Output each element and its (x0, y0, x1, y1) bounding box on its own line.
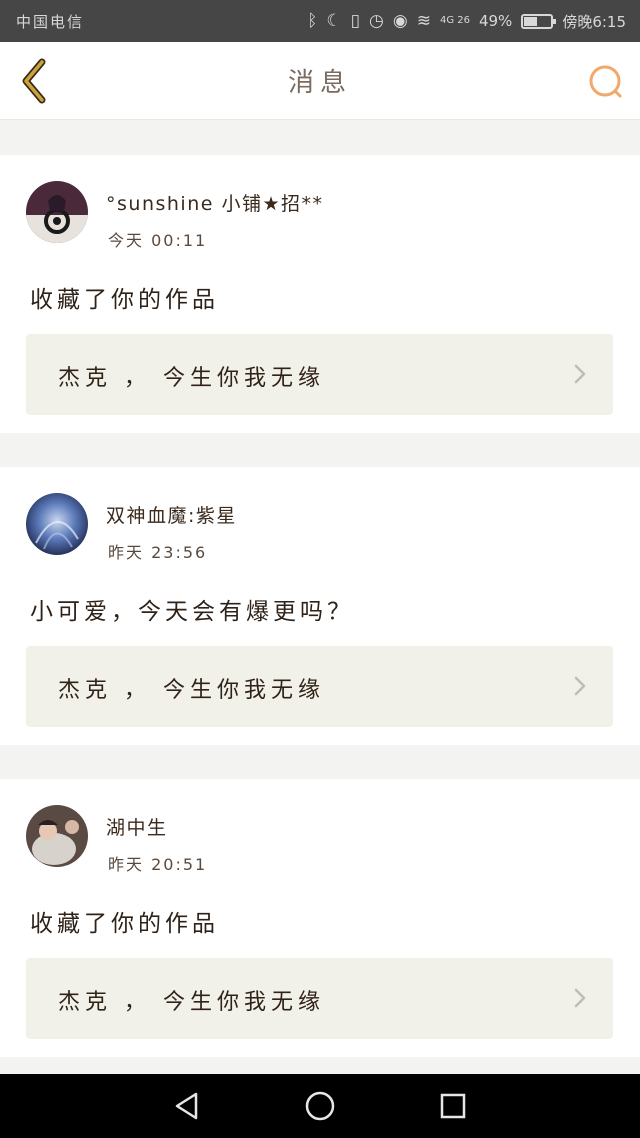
system-recent-button[interactable] (433, 1086, 473, 1126)
eye-icon: ◉ (392, 10, 408, 31)
status-bar: 中国电信 ᛒ ☾ ▯ ◷ ◉ ≋ 4G 26 49% 傍晚6:15 (0, 0, 640, 42)
carrier-label: 中国电信 (16, 12, 85, 31)
message-time: 昨天 23:56 (108, 543, 208, 562)
chevron-right-icon (574, 364, 586, 384)
circle-home-icon (305, 1091, 335, 1121)
chevron-right-icon (574, 676, 586, 696)
search-button[interactable] (586, 62, 626, 102)
message-card: 双神血魔:紫星 昨天 23:56 小可爱，今天会有爆更吗？ 杰克 ， 今生你我无… (0, 467, 640, 745)
wifi-icon: ≋ (416, 10, 431, 31)
bluetooth-icon: ᛒ (307, 10, 318, 31)
vibrate-icon: ▯ (350, 10, 361, 31)
work-link[interactable]: 杰克 ， 今生你我无缘 (26, 646, 613, 727)
user-name[interactable]: 湖中生 (106, 813, 168, 840)
chevron-right-icon (574, 988, 586, 1008)
user-name[interactable]: 双神血魔:紫星 (106, 501, 237, 528)
network-label: 4G 26 (439, 15, 470, 26)
avatar[interactable] (26, 181, 88, 243)
divider (0, 1057, 640, 1074)
message-card: 湖中生 昨天 20:51 收藏了你的作品 杰克 ， 今生你我无缘 (0, 779, 640, 1057)
divider (0, 745, 640, 779)
search-icon (589, 65, 622, 98)
square-recent-icon (441, 1093, 466, 1119)
avatar[interactable] (26, 493, 88, 555)
message-text: 小可爱，今天会有爆更吗？ (30, 599, 354, 625)
message-text: 收藏了你的作品 (30, 911, 219, 937)
message-card: °sunshine 小铺★招** 今天 00:11 收藏了你的作品 杰克 ， 今… (0, 155, 640, 433)
moon-icon: ☾ (326, 10, 342, 31)
work-title: 杰克 ， 今生你我无缘 (58, 678, 325, 703)
work-link[interactable]: 杰克 ， 今生你我无缘 (26, 958, 613, 1039)
battery-percent: 49% (478, 12, 513, 30)
status-icons: ᛒ ☾ ▯ ◷ ◉ ≋ 4G 26 49% 傍晚6:15 (307, 11, 626, 32)
work-link[interactable]: 杰克 ， 今生你我无缘 (26, 334, 613, 415)
system-nav-bar (0, 1074, 640, 1138)
message-time: 今天 00:11 (108, 231, 208, 250)
message-text: 收藏了你的作品 (30, 287, 219, 313)
alarm-icon: ◷ (369, 10, 384, 31)
battery-icon (521, 13, 557, 29)
triangle-back-icon (175, 1092, 197, 1120)
user-name[interactable]: °sunshine 小铺★招** (106, 189, 324, 216)
divider (0, 121, 640, 155)
page-title: 消息 (287, 68, 352, 98)
system-back-button[interactable] (167, 1086, 207, 1126)
avatar[interactable] (26, 805, 88, 867)
work-title: 杰克 ， 今生你我无缘 (58, 366, 325, 391)
clock: 傍晚6:15 (562, 12, 626, 31)
work-title: 杰克 ， 今生你我无缘 (58, 990, 325, 1015)
message-time: 昨天 20:51 (108, 855, 208, 874)
nav-bar: 消息 (0, 42, 640, 120)
system-home-button[interactable] (300, 1086, 340, 1126)
divider (0, 433, 640, 467)
message-feed[interactable]: °sunshine 小铺★招** 今天 00:11 收藏了你的作品 杰克 ， 今… (0, 121, 640, 1074)
